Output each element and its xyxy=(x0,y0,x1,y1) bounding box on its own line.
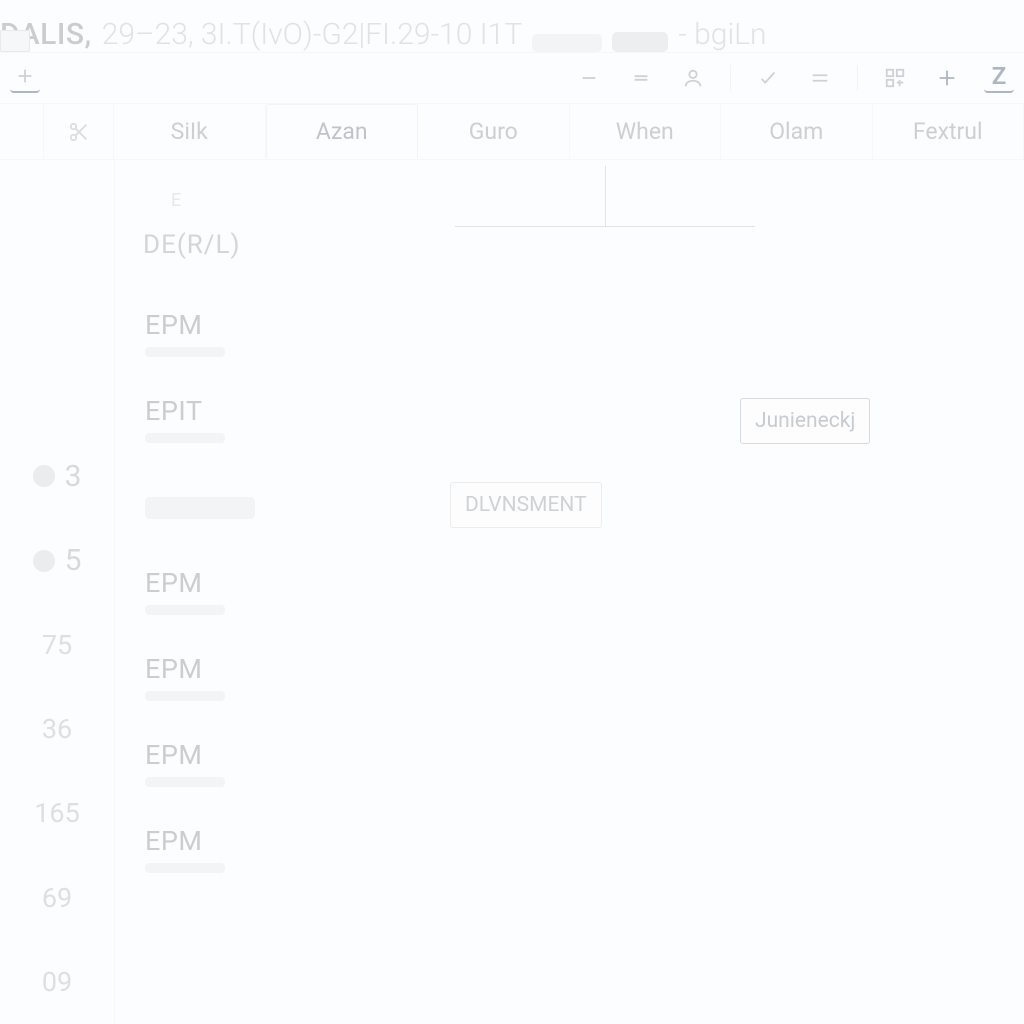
layout-icon[interactable] xyxy=(880,63,910,93)
ruler-vertical-icon xyxy=(605,166,606,226)
row-label: EPM xyxy=(145,309,315,341)
toolbar-separator-2 xyxy=(857,65,858,91)
row-blob-icon xyxy=(145,497,255,519)
list-item[interactable] xyxy=(115,462,315,548)
list-item[interactable]: EPM xyxy=(115,290,315,376)
row-num[interactable]: 09 xyxy=(0,940,114,1024)
grid-body: 3 5 75 36 165 69 09 E DE(R/L) EPM EPIT E… xyxy=(0,160,1024,1024)
z-icon[interactable]: Z xyxy=(984,63,1014,93)
z-glyph: Z xyxy=(992,62,1007,90)
list-item[interactable]: EPM xyxy=(115,548,315,634)
row-sub-icon xyxy=(145,347,225,357)
tab-olam[interactable]: Olam xyxy=(721,104,873,159)
tab-guro[interactable]: Guro xyxy=(418,104,570,159)
title-blob-2 xyxy=(612,32,668,52)
equals-icon[interactable] xyxy=(626,63,656,93)
user-icon[interactable] xyxy=(678,63,708,93)
scissors-icon[interactable] xyxy=(44,104,114,159)
canvas[interactable]: DLVNSMENT Junieneckj xyxy=(315,160,1024,1024)
toolbar: Z xyxy=(0,52,1024,104)
row-num[interactable]: 5 xyxy=(0,519,114,603)
row-label: EPM xyxy=(145,825,315,857)
row-sub-icon xyxy=(145,691,225,701)
tab-when[interactable]: When xyxy=(570,104,722,159)
row-dot-icon xyxy=(33,465,55,487)
toolbar-separator xyxy=(730,65,731,91)
row-label: EPM xyxy=(145,739,315,771)
column-hint: E xyxy=(115,190,315,230)
row-sub-icon xyxy=(145,777,225,787)
new-tab-icon[interactable] xyxy=(10,63,40,93)
doc-suffix: - bgiLn xyxy=(678,17,766,52)
doc-meta: 29–23, 3I.T(IvO)-G2|FI.29-10 I1T xyxy=(102,17,522,52)
row-num[interactable]: 165 xyxy=(0,771,114,855)
lines-icon[interactable] xyxy=(805,63,835,93)
row-num[interactable]: 75 xyxy=(0,603,114,687)
tab-strip: SiIk Azan Guro When Olam Fextrul xyxy=(0,104,1024,160)
row-sub-icon xyxy=(145,863,225,873)
list-item[interactable]: EPM xyxy=(115,806,315,892)
row-num[interactable]: 69 xyxy=(0,856,114,940)
list-item[interactable]: EPIT xyxy=(115,376,315,462)
row-num[interactable] xyxy=(0,350,114,434)
ruler-horizontal-icon xyxy=(455,226,755,227)
flag-chip xyxy=(0,30,30,52)
row-numbers: 3 5 75 36 165 69 09 xyxy=(0,160,115,1024)
row-sub-icon xyxy=(145,433,225,443)
row-label: EPM xyxy=(145,567,315,599)
title-blob-1 xyxy=(532,34,602,52)
node-junieneckj[interactable]: Junieneckj xyxy=(740,398,870,444)
row-label: EPM xyxy=(145,653,315,685)
minus-icon[interactable] xyxy=(574,63,604,93)
title-bar: DALIS, 29–23, 3I.T(IvO)-G2|FI.29-10 I1T … xyxy=(0,0,1024,52)
lead-label: DE(R/L) xyxy=(115,230,315,290)
tab-gutter xyxy=(0,104,44,159)
tab-azan[interactable]: Azan xyxy=(266,104,419,159)
list-item[interactable]: EPM xyxy=(115,634,315,720)
row-dot-icon xyxy=(33,550,55,572)
tab-silk[interactable]: SiIk xyxy=(114,104,266,159)
row-num[interactable]: 36 xyxy=(0,687,114,771)
tab-fextrul[interactable]: Fextrul xyxy=(873,104,1024,159)
row-labels: E DE(R/L) EPM EPIT EPM EPM EPM EPM xyxy=(115,160,315,1024)
plus-icon[interactable] xyxy=(932,63,962,93)
row-sub-icon xyxy=(145,605,225,615)
row-num[interactable]: 3 xyxy=(0,434,114,518)
list-item[interactable]: EPM xyxy=(115,720,315,806)
node-dlvnsment[interactable]: DLVNSMENT xyxy=(450,482,602,528)
row-label: EPIT xyxy=(145,395,315,427)
check-icon[interactable] xyxy=(753,63,783,93)
